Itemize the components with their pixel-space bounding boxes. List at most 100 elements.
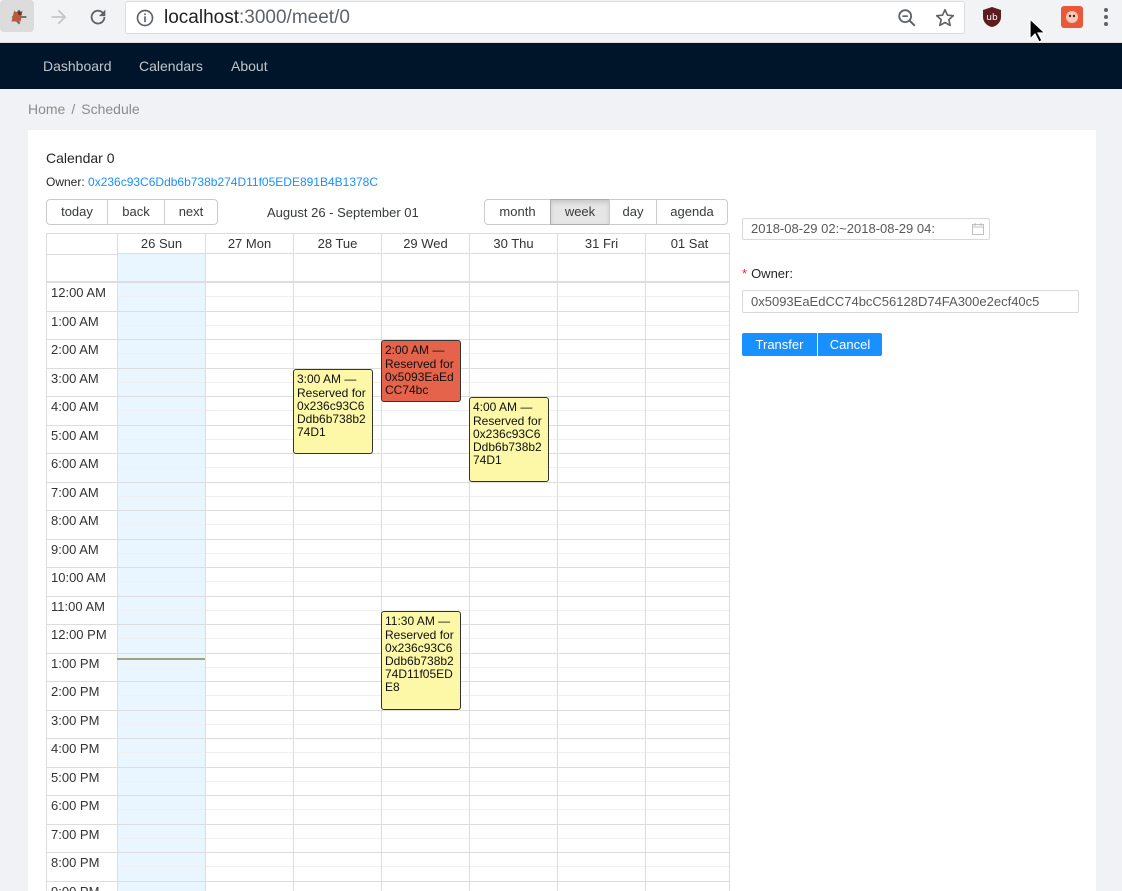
star-icon[interactable] [934, 7, 956, 29]
day-header[interactable]: 29 Wed [381, 234, 469, 254]
svg-text:ub: ub [986, 13, 998, 23]
ublock-icon[interactable]: ub [980, 5, 1004, 29]
event-time: 11:30 AM — [385, 615, 451, 628]
date-range-label: August 26 - September 01 [267, 205, 419, 220]
view-day-button[interactable]: day [609, 199, 657, 225]
half-hour-line [117, 553, 729, 554]
half-hour-line [117, 752, 729, 753]
owner-input[interactable] [742, 290, 1079, 313]
day-header[interactable]: 01 Sat [645, 234, 729, 254]
zoom-icon[interactable] [896, 7, 918, 29]
info-icon[interactable] [135, 8, 155, 28]
menu-item-calendars[interactable]: Calendars [139, 57, 203, 75]
view-week-button[interactable]: week [550, 199, 610, 225]
url-host: localhost [164, 7, 239, 28]
time-label: 6:00 PM [51, 798, 100, 813]
time-label: 11:00 AM [51, 599, 105, 614]
week-calendar[interactable]: 26 Sun 27 Mon 28 Tue 29 Wed 30 Thu 31 Fri 01 S… [46, 233, 730, 891]
hour-line [47, 738, 729, 739]
hour-line [47, 482, 729, 483]
forward-arrow-icon[interactable] [44, 4, 74, 30]
cancel-button[interactable]: Cancel [818, 333, 882, 356]
breadcrumb-current: Schedule [81, 101, 140, 117]
view-button-group: month week day agenda [484, 199, 728, 225]
hour-line [47, 539, 729, 540]
time-label: 3:00 AM [51, 371, 99, 386]
url-path: :3000/meet/0 [239, 7, 350, 28]
hour-line [47, 881, 729, 882]
day-header[interactable]: 27 Mon [205, 234, 293, 254]
time-label: 1:00 PM [51, 656, 100, 671]
half-hour-line [117, 439, 729, 440]
column-line [469, 234, 470, 891]
column-line [205, 234, 206, 891]
owner-line: Owner: 0x236c93C6Ddb6b738b274D11f05EDE89… [46, 175, 378, 189]
extension-icon-2[interactable] [1060, 5, 1084, 29]
half-hour-line [117, 581, 729, 582]
all-day-row[interactable] [47, 254, 729, 282]
today-button[interactable]: today [46, 199, 108, 225]
event-block[interactable]: 3:00 AM — Reserved for 0x236c93C6Ddb6b738… [293, 369, 373, 454]
time-label: 12:00 PM [51, 627, 107, 642]
hour-line [47, 425, 729, 426]
time-label: 1:00 AM [51, 314, 99, 329]
half-hour-line [117, 496, 729, 497]
breadcrumb-home[interactable]: Home [28, 101, 65, 117]
menu-item-dashboard[interactable]: Dashboard [43, 57, 112, 75]
event-title: Reserved for 0x5093EaEdCC74bc [385, 357, 454, 397]
breadcrumb-separator: / [71, 101, 76, 117]
event-block[interactable]: 11:30 AM — Reserved for 0x236c93C6Ddb6b73… [381, 611, 461, 710]
event-time: 4:00 AM — [473, 401, 533, 414]
view-agenda-button[interactable]: agenda [656, 199, 728, 225]
time-label: 4:00 PM [51, 741, 100, 756]
address-bar[interactable]: localhost:3000/meet/0 [125, 1, 965, 34]
calendar-title: Calendar 0 [46, 150, 115, 166]
owner-field-label: * Owner: [742, 266, 793, 281]
event-title: Reserved for 0x236c93C6Ddb6b738b274D1 [297, 386, 366, 439]
time-label: 7:00 AM [51, 485, 99, 500]
current-time-indicator [117, 658, 205, 660]
hour-line [47, 510, 729, 511]
time-label: 9:00 PM [47, 884, 117, 891]
event-time: 3:00 AM — [297, 373, 357, 386]
day-header[interactable]: 26 Sun [117, 234, 205, 254]
event-block[interactable]: 4:00 AM — Reserved for 0x236c93C6Ddb6b738… [469, 397, 549, 482]
event-title: Reserved for 0x236c93C6Ddb6b738b274D1 [473, 414, 542, 467]
mouse-cursor-icon [1029, 18, 1046, 43]
hour-line [47, 710, 729, 711]
calendar-icon [972, 223, 984, 235]
column-line [117, 234, 118, 891]
event-title: Reserved for 0x236c93C6Ddb6b738b274D11f0… [385, 628, 454, 694]
kebab-menu-icon[interactable] [1098, 5, 1114, 29]
owner-address-link[interactable]: 0x236c93C6Ddb6b738b274D11f05EDE891B4B137… [88, 175, 378, 189]
date-range-picker[interactable]: 2018-08-29 02:~2018-08-29 04: [742, 218, 990, 240]
next-button[interactable]: next [164, 199, 218, 225]
event-time: 2:00 AM — [385, 344, 445, 357]
hour-line [47, 767, 729, 768]
time-label: 12:00 AM [51, 285, 106, 300]
time-label: 3:00 PM [51, 713, 100, 728]
nav-button-group: today back next [46, 199, 218, 225]
back-button[interactable]: back [107, 199, 165, 225]
day-header[interactable]: 28 Tue [293, 234, 381, 254]
day-header[interactable]: 31 Fri [557, 234, 645, 254]
url-text[interactable]: localhost:3000/meet/0 [164, 6, 350, 30]
time-label: 5:00 AM [51, 428, 99, 443]
transfer-button[interactable]: Transfer [742, 333, 817, 356]
hour-line [47, 596, 729, 597]
column-line [645, 234, 646, 891]
hour-line [47, 795, 729, 796]
time-label: 5:00 PM [51, 770, 100, 785]
day-header[interactable]: 30 Thu [469, 234, 557, 254]
reload-icon[interactable] [83, 4, 113, 30]
breadcrumb: Home / Schedule [28, 101, 140, 117]
view-month-button[interactable]: month [484, 199, 551, 225]
menu-item-about[interactable]: About [231, 57, 268, 75]
event-block[interactable]: 2:00 AM — Reserved for 0x5093EaEdCC74bc [381, 340, 461, 402]
column-line [293, 234, 294, 891]
half-hour-line [117, 809, 729, 810]
half-hour-line [117, 524, 729, 525]
half-hour-line [117, 866, 729, 867]
column-line [557, 234, 558, 891]
half-hour-line [117, 296, 729, 297]
